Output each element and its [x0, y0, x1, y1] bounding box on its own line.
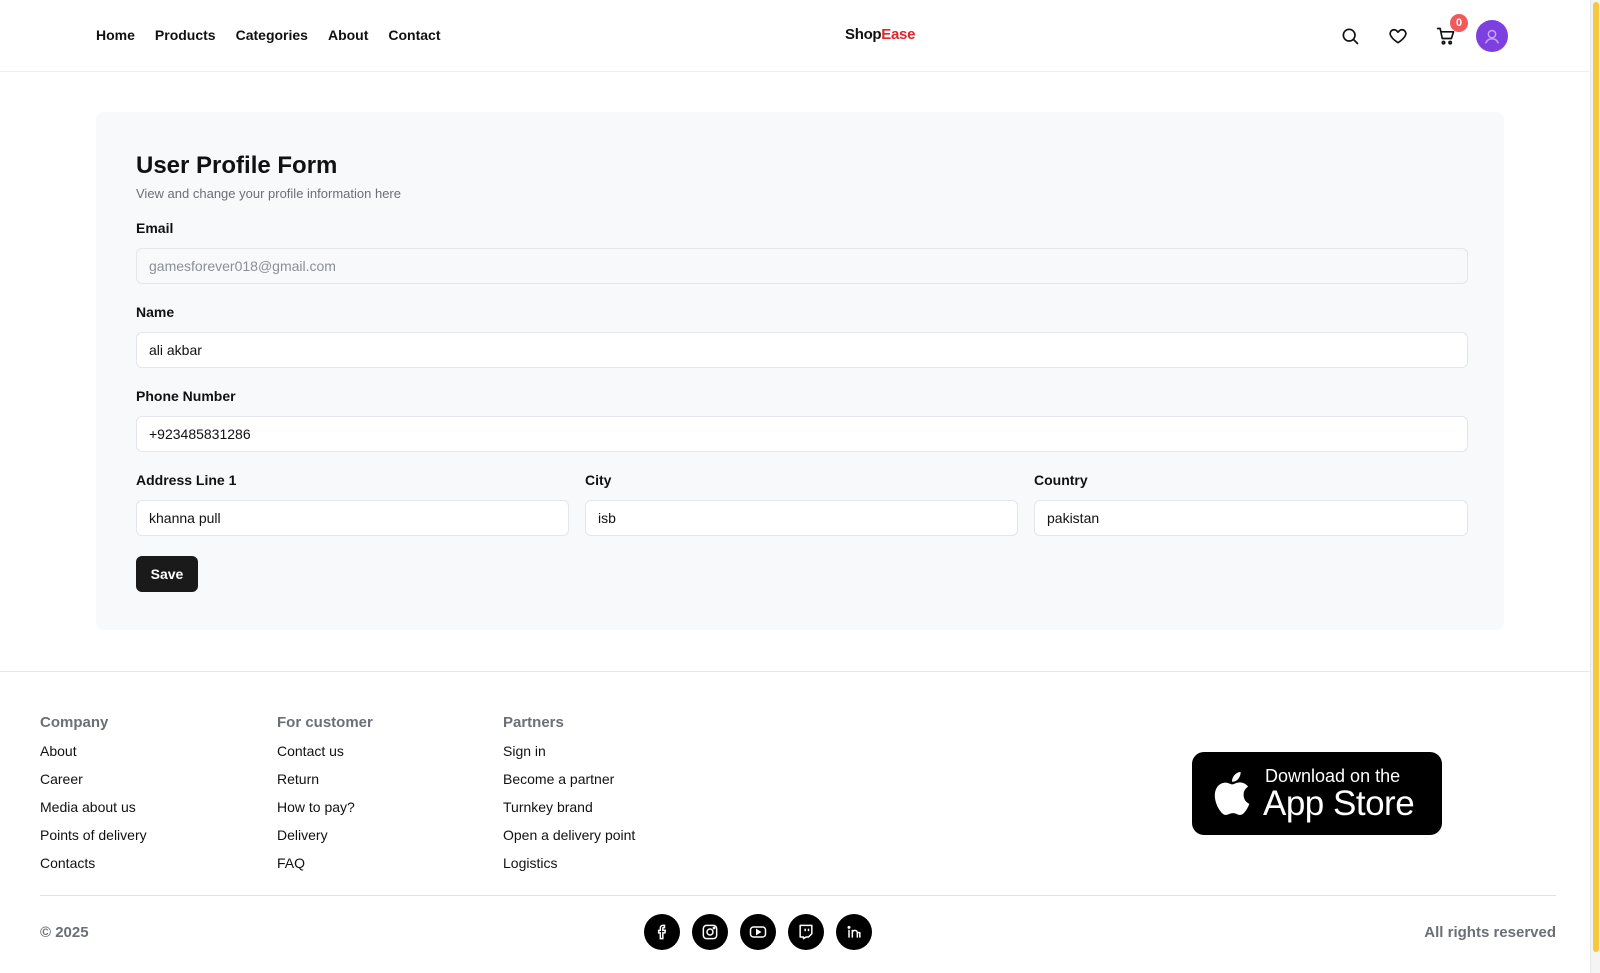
- rights-text: All rights reserved: [1424, 924, 1556, 941]
- apple-icon: [1214, 771, 1250, 815]
- name-label: Name: [136, 304, 175, 320]
- footer-link-career[interactable]: Career: [40, 771, 147, 799]
- address-label: Address Line 1: [136, 472, 237, 488]
- main-nav: Home Products Categories About Contact: [96, 27, 441, 43]
- footer-link-contacts[interactable]: Contacts: [40, 855, 147, 883]
- footer-link-become-partner[interactable]: Become a partner: [503, 771, 635, 799]
- email-field[interactable]: gamesforever018@gmail.com: [136, 248, 1468, 284]
- footer-link-faq[interactable]: FAQ: [277, 855, 373, 883]
- save-button[interactable]: Save: [136, 556, 198, 592]
- footer-col-title: Partners: [503, 714, 564, 731]
- footer-col-partners: Partners Sign in Become a partner Turnke…: [503, 714, 635, 883]
- footer-divider-top: [0, 671, 1590, 672]
- nav-about[interactable]: About: [328, 27, 368, 43]
- profile-form-card: User Profile Form View and change your p…: [96, 112, 1504, 630]
- nav-home[interactable]: Home: [96, 27, 135, 43]
- brand-logo[interactable]: ShopEase: [845, 26, 915, 43]
- footer-col-title: Company: [40, 714, 109, 731]
- avatar[interactable]: [1476, 20, 1508, 52]
- phone-label: Phone Number: [136, 388, 236, 404]
- nav-products[interactable]: Products: [155, 27, 216, 43]
- footer-link-open-delivery-point[interactable]: Open a delivery point: [503, 827, 635, 855]
- footer-link-how-to-pay[interactable]: How to pay?: [277, 799, 373, 827]
- cart-icon[interactable]: 0: [1422, 14, 1470, 52]
- scrollbar-thumb[interactable]: [1593, 2, 1599, 952]
- email-label: Email: [136, 220, 174, 236]
- footer-link-turnkey[interactable]: Turnkey brand: [503, 799, 635, 827]
- youtube-icon[interactable]: [740, 914, 776, 950]
- footer-col-customer: For customer Contact us Return How to pa…: [277, 714, 373, 883]
- app-store-badge[interactable]: Download on the App Store: [1192, 752, 1442, 835]
- footer-link-media[interactable]: Media about us: [40, 799, 147, 827]
- form-subtitle: View and change your profile information…: [136, 186, 401, 201]
- social-links: [644, 914, 872, 950]
- footer-divider-bottom: [40, 895, 1556, 896]
- name-field[interactable]: ali akbar: [136, 332, 1468, 368]
- nav-categories[interactable]: Categories: [236, 27, 308, 43]
- heart-icon[interactable]: [1374, 20, 1422, 52]
- footer-col-title: For customer: [277, 714, 373, 731]
- country-field[interactable]: pakistan: [1034, 500, 1468, 536]
- instagram-icon[interactable]: [692, 914, 728, 950]
- header-actions: 0: [1326, 14, 1508, 52]
- footer-link-about[interactable]: About: [40, 743, 147, 771]
- twitch-icon[interactable]: [788, 914, 824, 950]
- linkedin-icon[interactable]: [836, 914, 872, 950]
- city-label: City: [585, 472, 612, 488]
- app-store-line2: App Store: [1263, 784, 1415, 823]
- address-field[interactable]: khanna pull: [136, 500, 569, 536]
- footer-link-delivery-points[interactable]: Points of delivery: [40, 827, 147, 855]
- form-title: User Profile Form: [136, 152, 338, 179]
- footer-link-delivery[interactable]: Delivery: [277, 827, 373, 855]
- cart-count-badge: 0: [1450, 14, 1468, 32]
- brand-part2: Ease: [881, 26, 916, 43]
- city-field[interactable]: isb: [585, 500, 1018, 536]
- nav-contact[interactable]: Contact: [388, 27, 440, 43]
- footer-link-return[interactable]: Return: [277, 771, 373, 799]
- site-header: Home Products Categories About Contact S…: [0, 0, 1590, 72]
- page-scrollbar[interactable]: [1590, 0, 1600, 973]
- phone-field[interactable]: +923485831286: [136, 416, 1468, 452]
- search-icon[interactable]: [1326, 20, 1374, 52]
- footer-col-company: Company About Career Media about us Poin…: [40, 714, 147, 883]
- facebook-icon[interactable]: [644, 914, 680, 950]
- footer-link-contact-us[interactable]: Contact us: [277, 743, 373, 771]
- copyright-text: © 2025: [40, 924, 89, 941]
- footer-link-sign-in[interactable]: Sign in: [503, 743, 635, 771]
- footer-link-logistics[interactable]: Logistics: [503, 855, 635, 883]
- country-label: Country: [1034, 472, 1088, 488]
- brand-part1: Shop: [845, 26, 882, 43]
